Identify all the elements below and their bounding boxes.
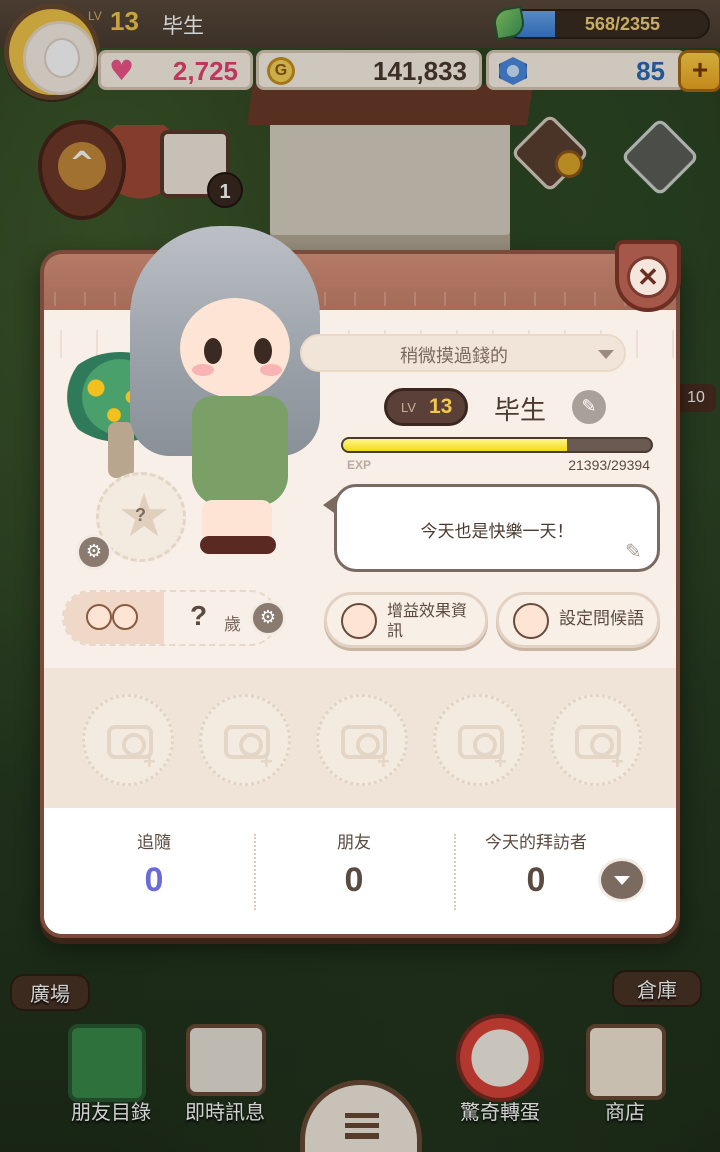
profile-stats: 追隨 0 朋友 0 今天的拜訪者 0 — [44, 808, 676, 934]
character-face — [180, 298, 290, 398]
friends-value: 0 — [344, 861, 364, 899]
chevron-down-icon — [598, 350, 614, 359]
child-face-icon — [112, 604, 138, 630]
visitors-label: 今天的拜訪者 — [485, 833, 587, 853]
followers-label: 追隨 — [137, 833, 171, 853]
title-select-value: 稍微摸過錢的 — [400, 346, 508, 367]
age-settings-button[interactable]: ⚙ — [250, 600, 286, 636]
photo-slot[interactable]: + — [199, 694, 291, 786]
exp-label: EXP — [347, 458, 372, 472]
visitors-dropdown-button[interactable] — [598, 858, 646, 902]
set-greeting-label: 設定問候語 — [559, 609, 644, 629]
pencil-icon: ✎ — [581, 396, 597, 417]
close-icon: ✕ — [627, 256, 669, 298]
level-prefix: LV — [401, 400, 416, 415]
exp-bar — [341, 437, 653, 453]
friends-stat[interactable]: 朋友 0 — [254, 828, 454, 900]
title-select[interactable]: 稍微摸過錢的 — [300, 334, 626, 372]
character-blush — [192, 364, 214, 376]
age-unit: 歲 — [224, 615, 241, 635]
child-face-icon — [86, 604, 112, 630]
buff-info-label: 增益效果資訊 — [387, 601, 468, 640]
character-dress — [192, 396, 288, 506]
gear-icon: ⚙ — [85, 541, 103, 562]
greeting-bubble[interactable]: 今天也是快樂一天！ ✎ — [323, 484, 660, 572]
gear-icon: ⚙ — [259, 607, 277, 628]
plus-icon: + — [260, 749, 273, 774]
character-blush — [260, 364, 282, 376]
followers-value: 0 — [144, 861, 164, 899]
edit-name-button[interactable]: ✎ — [572, 390, 606, 424]
pet-settings-button[interactable]: ⚙ — [76, 534, 112, 570]
close-dialog-button[interactable]: ✕ — [615, 240, 681, 312]
plus-icon: + — [143, 749, 156, 774]
exp-fill — [343, 439, 568, 451]
photo-slot[interactable]: + — [316, 694, 408, 786]
followers-stat[interactable]: 追隨 0 — [54, 828, 254, 900]
buff-person-icon — [341, 603, 377, 639]
level-number: 13 — [429, 395, 453, 418]
character-eye — [254, 338, 272, 364]
photo-slot[interactable]: + — [433, 694, 525, 786]
pencil-icon: ✎ — [625, 539, 642, 563]
plus-icon: + — [611, 749, 624, 774]
greeting-face-icon — [513, 603, 549, 639]
buff-info-button[interactable]: 增益效果資訊 — [324, 592, 488, 648]
friends-label: 朋友 — [337, 833, 371, 853]
photo-slots-area: + + + + + — [44, 668, 676, 808]
character-eye — [204, 338, 222, 364]
pet-unknown-mark: ? — [135, 505, 146, 525]
photo-slot[interactable]: + — [82, 694, 174, 786]
profile-name: 毕生 — [494, 396, 547, 426]
children-icon — [64, 592, 164, 644]
greeting-text: 今天也是快樂一天！ — [420, 522, 574, 542]
photo-slot[interactable]: + — [550, 694, 642, 786]
plus-icon: + — [494, 749, 507, 774]
set-greeting-button[interactable]: 設定問候語 — [496, 592, 660, 648]
age-display: ? 歲 — [62, 590, 278, 646]
plus-icon: + — [377, 749, 390, 774]
profile-level-badge: LV 13 — [384, 388, 468, 426]
age-value: ? — [190, 600, 208, 631]
exp-values: 21393/29394 — [568, 457, 650, 473]
character-shoes — [200, 536, 276, 554]
